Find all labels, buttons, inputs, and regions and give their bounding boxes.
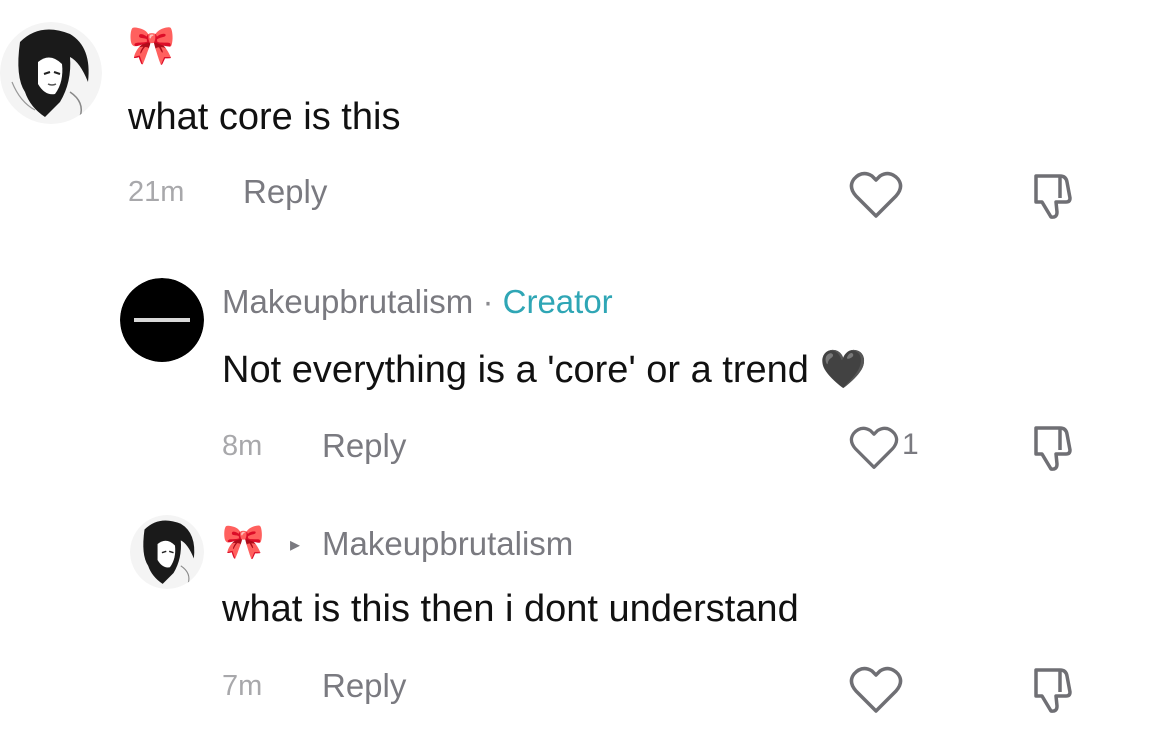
comment-time: 8m (222, 430, 263, 462)
comment-text: what core is this (128, 96, 401, 138)
like-count: 1 (902, 428, 919, 461)
black-heart-emoji: 🖤 (819, 349, 867, 391)
username-text[interactable]: Makeupbrutalism (222, 283, 473, 320)
username-bow-emoji[interactable]: 🎀 (222, 522, 264, 562)
thumbs-down-icon[interactable] (1030, 666, 1076, 719)
comment-time: 21m (128, 176, 185, 208)
reply-button[interactable]: Reply (243, 173, 327, 211)
comment-text: Not everything is a 'core' or a trend 🖤 (222, 348, 867, 392)
reply-button[interactable]: Reply (322, 427, 406, 465)
thumbs-down-icon[interactable] (1030, 424, 1076, 477)
username-bow-emoji[interactable]: 🎀 (128, 24, 175, 68)
heart-outline-icon[interactable] (848, 170, 904, 225)
reply-button[interactable]: Reply (322, 667, 406, 705)
heart-outline-icon[interactable] (848, 425, 900, 476)
reply-arrow-icon: ▸ (290, 534, 301, 556)
avatar[interactable] (130, 515, 204, 589)
heart-outline-icon[interactable] (848, 665, 904, 720)
comment-text: what is this then i dont understand (222, 588, 799, 630)
comment-username[interactable]: Makeupbrutalism · Creator (222, 283, 613, 321)
thumbs-down-icon[interactable] (1030, 172, 1076, 225)
reply-to-username[interactable]: Makeupbrutalism (322, 525, 573, 563)
comment-text-body: Not everything is a 'core' or a trend (222, 349, 809, 391)
avatar[interactable] (120, 278, 204, 362)
creator-badge: Creator (502, 283, 613, 320)
avatar[interactable] (0, 22, 102, 124)
separator-dot: · (482, 283, 494, 320)
comment-time: 7m (222, 670, 263, 702)
